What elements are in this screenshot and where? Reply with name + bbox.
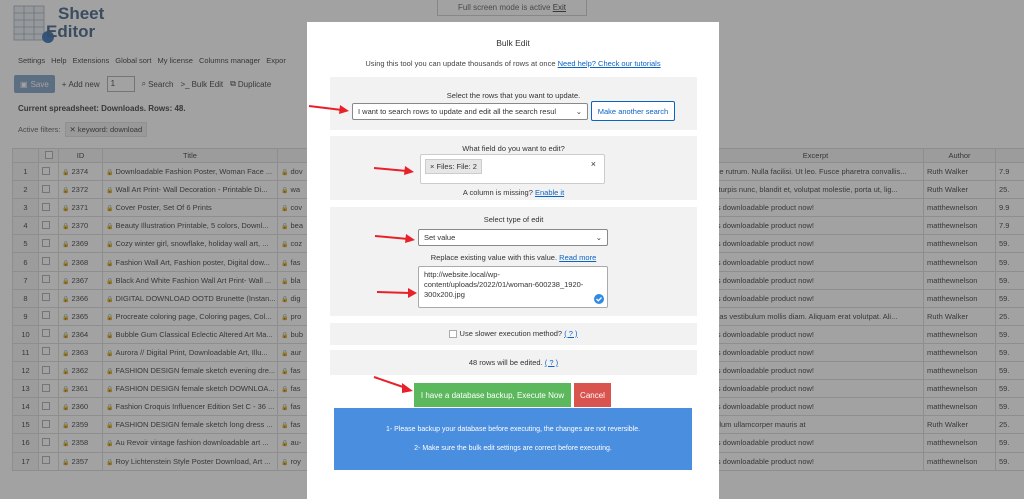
missing-column-text: A column is missing?: [462, 188, 533, 197]
rows-edited-panel: 48 rows will be edited. ( ? ): [330, 350, 697, 375]
slower-row: Use slower execution method? ( ? ): [330, 329, 697, 339]
rows-select-value: I want to search rows to update and edit…: [358, 107, 557, 116]
cancel-button[interactable]: Cancel: [574, 383, 611, 407]
tag-remove-icon[interactable]: ×: [430, 162, 434, 171]
help-tutorials-link[interactable]: Need help? Check our tutorials: [558, 59, 661, 68]
replace-note-text: Replace existing value with this value.: [430, 253, 558, 262]
edit-type-label: Select type of edit: [483, 215, 544, 224]
value-line: http://website.local/wp-: [424, 270, 500, 279]
replace-note: Replace existing value with this value. …: [330, 253, 697, 262]
rows-edited-help-link[interactable]: ( ? ): [545, 358, 558, 367]
execute-now-button[interactable]: I have a database backup, Execute Now: [414, 383, 571, 407]
arrow-icon: [373, 376, 413, 393]
value-textarea[interactable]: http://website.local/wp- content/uploads…: [418, 266, 608, 308]
arrow-icon: [374, 234, 415, 243]
chevron-down-icon: ⌄: [595, 233, 602, 242]
modal-description: Using this tool you can update thousands…: [307, 59, 719, 68]
rows-panel: Select the rows that you want to update.…: [330, 77, 697, 130]
bulk-edit-modal: Bulk Edit Using this tool you can update…: [307, 22, 719, 499]
check-icon: [594, 294, 604, 304]
value-line: 300x200.jpg: [424, 290, 465, 299]
arrow-icon: [308, 105, 349, 114]
enable-column-link[interactable]: Enable it: [535, 188, 564, 197]
value-line: content/uploads/2022/01/woman-600238_192…: [424, 280, 584, 289]
warning-line-1: 1- Please backup your database before ex…: [385, 426, 641, 433]
rows-select[interactable]: I want to search rows to update and edit…: [352, 103, 588, 120]
edit-type-panel: Select type of edit Set value ⌄ Replace …: [330, 207, 697, 316]
rows-label: Select the rows that you want to update.: [446, 91, 581, 100]
field-select[interactable]: × Files: File: 2 ×: [420, 154, 605, 184]
arrow-icon: [376, 288, 417, 298]
missing-column-note: A column is missing? Enable it: [330, 188, 697, 197]
modal-description-text: Using this tool you can update thousands…: [365, 59, 556, 68]
slower-help-link[interactable]: ( ? ): [564, 329, 577, 338]
arrow-icon: [373, 166, 414, 175]
field-label: What field do you want to edit?: [462, 144, 565, 153]
field-tag[interactable]: × Files: File: 2: [425, 159, 482, 174]
app-window: Sheet Editor Full screen mode is active …: [0, 0, 1024, 499]
warning-box: 1- Please backup your database before ex…: [334, 408, 692, 470]
chevron-down-icon: ⌄: [575, 107, 582, 116]
edit-type-value: Set value: [424, 233, 456, 242]
rows-edited-row: 48 rows will be edited. ( ? ): [330, 358, 697, 367]
field-tag-label: Files: File: 2: [436, 162, 477, 171]
modal-title: Bulk Edit: [496, 38, 530, 48]
warning-line-2: 2- Make sure the bulk edit settings are …: [414, 445, 612, 452]
another-search-button[interactable]: Make another search: [591, 101, 675, 121]
slower-label: Use slower execution method?: [459, 329, 563, 338]
rows-edited-text: 48 rows will be edited.: [468, 358, 543, 367]
clear-field-icon[interactable]: ×: [591, 159, 596, 169]
read-more-link[interactable]: Read more: [559, 253, 596, 262]
slower-panel: Use slower execution method? ( ? ): [330, 323, 697, 345]
edit-type-select[interactable]: Set value ⌄: [418, 229, 608, 246]
slower-checkbox[interactable]: [449, 330, 458, 339]
